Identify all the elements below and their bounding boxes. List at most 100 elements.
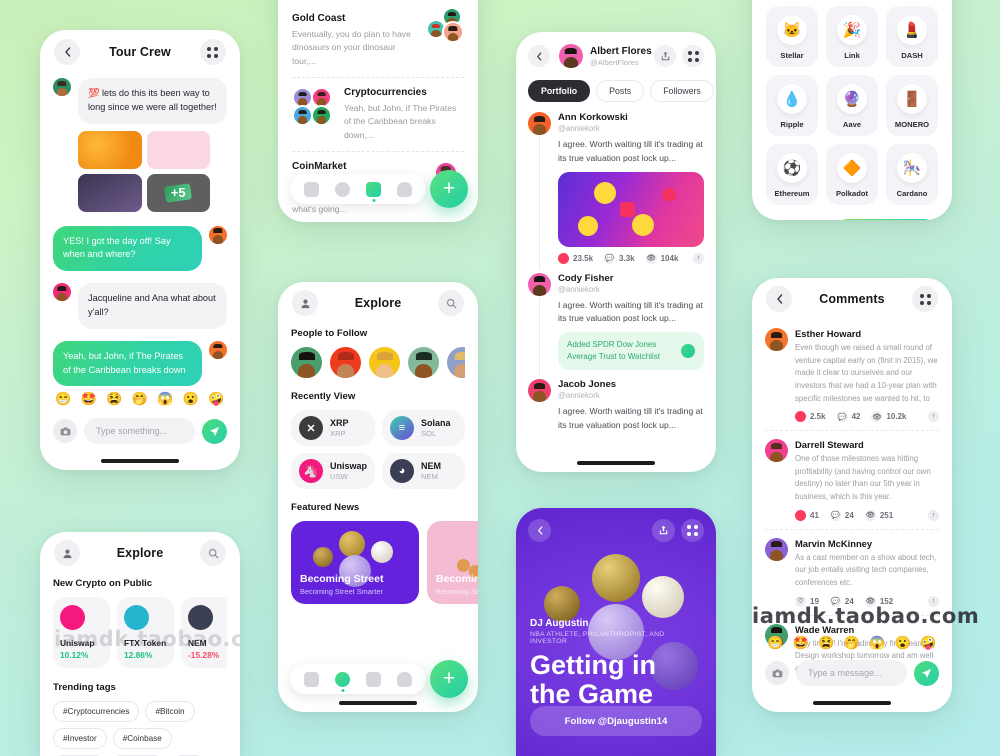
comments-stat[interactable]: 💬 24: [829, 509, 854, 521]
crypto-tile[interactable]: 🔮 Aave: [826, 75, 878, 136]
follow-button[interactable]: Follow @Djaugustin14: [530, 706, 702, 736]
crypto-tile[interactable]: 🎉 Link: [826, 6, 878, 67]
avatar[interactable]: [369, 347, 400, 378]
compose-fab[interactable]: +: [430, 170, 468, 208]
emoji-button[interactable]: 🤭: [131, 389, 150, 408]
avatar[interactable]: [559, 44, 583, 68]
message-image[interactable]: [146, 130, 210, 169]
search-button[interactable]: [200, 540, 226, 566]
likes-stat[interactable]: 2.5k: [795, 411, 826, 423]
message-input[interactable]: Type something...: [84, 418, 195, 444]
message-input[interactable]: Type a message...: [796, 660, 907, 686]
emoji-button[interactable]: 🤪: [207, 389, 226, 408]
compass-icon[interactable]: [335, 181, 350, 197]
profile-icon[interactable]: [397, 181, 412, 197]
tab-followers[interactable]: Followers: [650, 80, 714, 102]
chat-icon[interactable]: [366, 671, 381, 687]
home-icon[interactable]: [304, 671, 319, 687]
more-button[interactable]: [682, 45, 704, 67]
compass-icon[interactable]: [335, 671, 350, 687]
watchlist-card[interactable]: Added SPDR Dow Jones Average Trust to Wa…: [558, 332, 704, 370]
message-image-overflow[interactable]: +5: [146, 173, 210, 212]
emoji-button[interactable]: 😫: [817, 633, 836, 652]
share-stat[interactable]: ↑: [693, 252, 704, 264]
profile-button[interactable]: [54, 540, 80, 566]
message-image-grid[interactable]: +5: [78, 130, 210, 212]
avatar[interactable]: [447, 347, 465, 378]
tab-posts[interactable]: Posts: [596, 80, 645, 102]
camera-button[interactable]: [53, 419, 77, 443]
profile-button[interactable]: [292, 290, 318, 316]
back-button[interactable]: [54, 39, 80, 65]
emoji-button[interactable]: 😮: [182, 389, 201, 408]
crypto-tile[interactable]: 🎠 Cardano: [886, 144, 938, 205]
tag-item[interactable]: #Cryptocurrencies: [53, 701, 140, 722]
emoji-button[interactable]: 😁: [766, 633, 785, 652]
crypto-tile[interactable]: 💄 DASH: [886, 6, 938, 67]
more-button[interactable]: [681, 518, 704, 542]
emoji-button[interactable]: 😮: [894, 633, 913, 652]
message-image[interactable]: [78, 173, 142, 212]
message-image[interactable]: [78, 130, 142, 169]
profile-icon[interactable]: [397, 671, 412, 687]
coin-card[interactable]: 🦄 Uniswap USW: [291, 453, 376, 489]
search-button[interactable]: [438, 290, 464, 316]
tag-item[interactable]: #Bitcoin: [145, 701, 195, 722]
emoji-button[interactable]: 🤭: [843, 633, 862, 652]
avatar[interactable]: [528, 272, 551, 296]
share-stat[interactable]: ↑: [928, 411, 939, 423]
home-icon[interactable]: [304, 181, 319, 197]
more-button[interactable]: [199, 39, 226, 65]
avatar[interactable]: [765, 439, 788, 463]
crypto-tile[interactable]: 🚪 MONERO: [886, 75, 938, 136]
news-card[interactable]: Becoming Street Becoming Street Smarter: [291, 521, 419, 604]
coin-card[interactable]: ◕ NEM NEM: [382, 453, 465, 489]
crypto-tile[interactable]: ⚽ Ethereum: [766, 144, 818, 205]
emoji-button[interactable]: 🤩: [80, 389, 99, 408]
emoji-button[interactable]: 😫: [105, 389, 124, 408]
avatar[interactable]: [765, 328, 788, 351]
back-button[interactable]: [766, 286, 792, 312]
list-item[interactable]: Gold Coast Eventually, you do plan to ha…: [292, 4, 464, 78]
tab-portfolio[interactable]: Portfolio: [528, 80, 591, 102]
back-button[interactable]: [528, 45, 550, 67]
post-image[interactable]: [558, 171, 704, 247]
emoji-button[interactable]: 🤩: [792, 633, 811, 652]
avatar[interactable]: [528, 112, 551, 135]
emoji-button[interactable]: 😱: [868, 633, 887, 652]
share-stat[interactable]: ↑: [928, 509, 939, 521]
emoji-button[interactable]: 🤪: [919, 633, 938, 652]
share-stat[interactable]: ↑: [928, 595, 939, 607]
comments-stat[interactable]: 💬 24: [829, 595, 854, 607]
chat-icon[interactable]: [366, 181, 381, 197]
crypto-tile[interactable]: 🐱 Stellar: [766, 6, 818, 67]
crypto-card[interactable]: FTX Token 12.86%: [117, 597, 174, 668]
continue-button[interactable]: Continue: [834, 219, 938, 220]
compose-fab[interactable]: +: [430, 660, 468, 698]
send-button[interactable]: [914, 660, 939, 686]
crypto-tile[interactable]: 💧 Ripple: [766, 75, 818, 136]
new-crypto-list[interactable]: Uniswap 10.12% FTX Token 12.86% NEM -15.…: [53, 597, 227, 668]
coin-card[interactable]: ✕ XRP XRP: [291, 410, 376, 446]
likes-stat[interactable]: ♡ 19: [795, 595, 819, 607]
likes-stat[interactable]: 41: [795, 509, 819, 521]
avatar[interactable]: [330, 347, 361, 378]
tag-item[interactable]: #Investor: [53, 728, 107, 749]
people-to-follow-list[interactable]: [291, 347, 465, 378]
tag-item[interactable]: #Coinbase: [112, 728, 172, 749]
share-button[interactable]: [652, 518, 675, 542]
list-item[interactable]: Cryptocurrencies Yeah, but John, if The …: [292, 78, 464, 152]
back-button[interactable]: [528, 518, 551, 542]
avatar[interactable]: [408, 347, 439, 378]
emoji-button[interactable]: 😱: [156, 389, 175, 408]
coin-card[interactable]: ≡ Solana SOL: [382, 410, 465, 446]
comments-stat[interactable]: 💬 42: [836, 411, 860, 423]
send-button[interactable]: [202, 418, 227, 444]
avatar[interactable]: [528, 379, 551, 402]
crypto-tile[interactable]: 🔶 Polkadot: [826, 144, 878, 205]
likes-stat[interactable]: 23.5k: [558, 252, 593, 264]
comments-stat[interactable]: 💬 3.3k: [604, 252, 635, 264]
news-card[interactable]: Becoming Becoming Street: [427, 521, 478, 604]
crypto-card[interactable]: Uniswap 10.12%: [53, 597, 110, 668]
crypto-card[interactable]: NEM -15.28%: [181, 597, 227, 668]
